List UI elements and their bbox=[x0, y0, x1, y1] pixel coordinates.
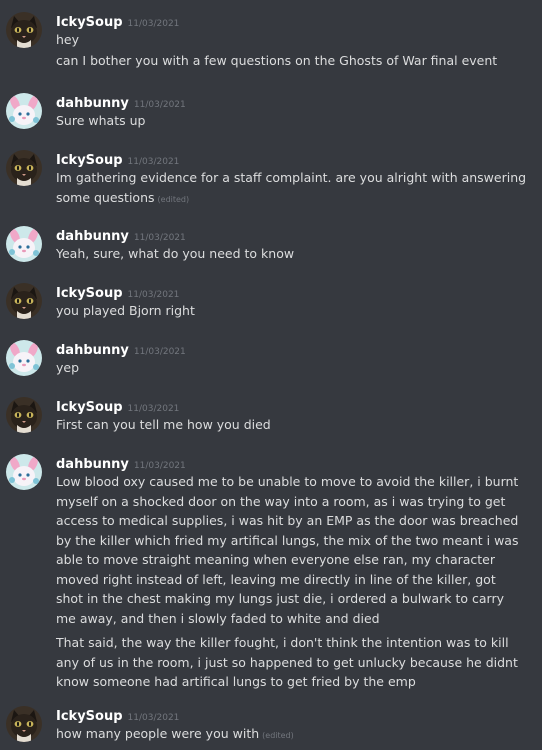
username[interactable]: dahbunny bbox=[56, 96, 129, 111]
cat-avatar-icon[interactable] bbox=[6, 706, 42, 742]
message-text: That said, the way the killer fought, i … bbox=[56, 635, 518, 689]
timestamp[interactable]: 11/03/2021 bbox=[128, 713, 180, 723]
timestamp[interactable]: 11/03/2021 bbox=[134, 461, 186, 471]
bunny-avatar-icon[interactable] bbox=[6, 340, 42, 376]
username[interactable]: IckySoup bbox=[56, 709, 123, 724]
bunny-avatar-icon[interactable] bbox=[6, 226, 42, 262]
message-text-line: some questions (edited) bbox=[56, 188, 524, 209]
message-text: hey bbox=[56, 32, 80, 47]
message-text: Sure whats up bbox=[56, 113, 146, 128]
bunny-avatar-icon[interactable] bbox=[6, 454, 42, 490]
bunny-avatar-icon[interactable] bbox=[6, 93, 42, 129]
message-text: you played Bjorn right bbox=[56, 303, 195, 318]
cat-avatar-icon[interactable] bbox=[6, 12, 42, 48]
cat-avatar-icon[interactable] bbox=[6, 397, 42, 433]
username[interactable]: IckySoup bbox=[56, 153, 123, 168]
chat-log: IckySoup 11/03/2021 hey can I bother you … bbox=[0, 0, 542, 750]
timestamp[interactable]: 11/03/2021 bbox=[128, 19, 180, 29]
edited-label: (edited) bbox=[157, 195, 190, 204]
timestamp[interactable]: 11/03/2021 bbox=[134, 233, 186, 243]
username[interactable]: dahbunny bbox=[56, 457, 129, 472]
username[interactable]: dahbunny bbox=[56, 343, 129, 358]
username[interactable]: dahbunny bbox=[56, 229, 129, 244]
message-text: Im gathering evidence for a staff compla… bbox=[56, 170, 527, 185]
timestamp[interactable]: 11/03/2021 bbox=[134, 100, 186, 110]
message-text: Low blood oxy caused me to be unable to … bbox=[56, 474, 519, 626]
cat-avatar-icon[interactable] bbox=[6, 283, 42, 319]
username[interactable]: IckySoup bbox=[56, 15, 123, 30]
message-text: Yeah, sure, what do you need to know bbox=[56, 246, 295, 261]
timestamp[interactable]: 11/03/2021 bbox=[128, 290, 180, 300]
username[interactable]: IckySoup bbox=[56, 286, 123, 301]
username[interactable]: IckySoup bbox=[56, 400, 123, 415]
edited-label: (edited) bbox=[262, 731, 294, 740]
message-text: how many people were you with bbox=[56, 726, 260, 741]
message-text-line: how many people were you with (edited) bbox=[56, 724, 524, 745]
message-text: some questions bbox=[56, 190, 155, 205]
message-text: can I bother you with a few questions on… bbox=[56, 53, 498, 68]
message-text: First can you tell me how you died bbox=[56, 417, 271, 432]
timestamp[interactable]: 11/03/2021 bbox=[128, 404, 180, 414]
timestamp[interactable]: 11/03/2021 bbox=[134, 347, 186, 357]
cat-avatar-icon[interactable] bbox=[6, 150, 42, 186]
message-text: yep bbox=[56, 360, 80, 375]
timestamp[interactable]: 11/03/2021 bbox=[128, 157, 180, 167]
